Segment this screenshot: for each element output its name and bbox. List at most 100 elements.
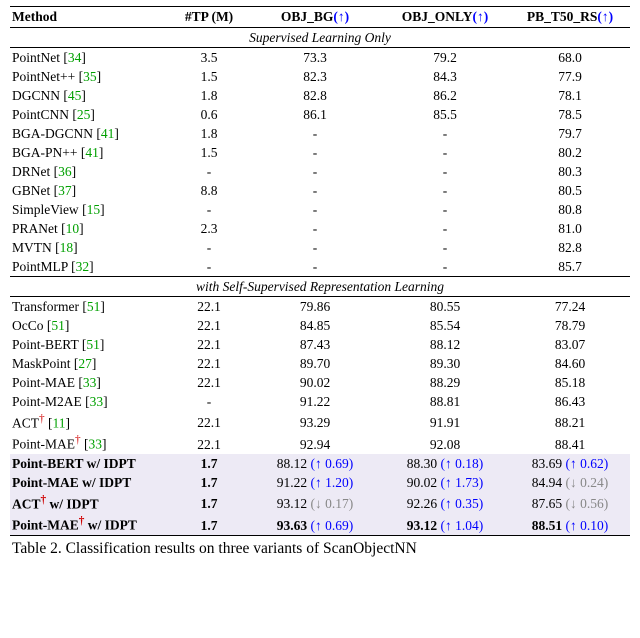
cell-objbg: 93.12 (↓ 0.17) [250,492,380,514]
cell-pbt50rs: 78.5 [510,105,630,124]
cell-objonly: 86.2 [380,86,510,105]
table-row: ACT† w/ IDPT1.793.12 (↓ 0.17)92.26 (↑ 0.… [10,492,630,514]
cell-tp: 22.1 [168,354,250,373]
cell-objbg: 93.29 [250,411,380,433]
delta: (↓ 0.24) [566,475,609,490]
cell-objonly: 92.08 [380,433,510,455]
cell-method: PointNet [34] [10,48,168,68]
cell-method: Point-MAE w/ IDPT [10,473,168,492]
citation: 51 [51,318,65,333]
col-method: Method [10,7,168,28]
cell-tp: 3.5 [168,48,250,68]
cell-method: PointNet++ [35] [10,67,168,86]
cell-objbg: - [250,257,380,277]
method-name: DGCNN [12,88,60,103]
delta: (↑ 0.62) [566,456,609,471]
cell-method: BGA-PN++ [41] [10,143,168,162]
delta: (↑ 0.69) [311,518,354,533]
cell-objbg: - [250,143,380,162]
cell-objonly: 90.02 (↑ 1.73) [380,473,510,492]
table-row: MVTN [18]---82.8 [10,238,630,257]
cell-objonly: 79.2 [380,48,510,68]
table-row: GBNet [37]8.8--80.5 [10,181,630,200]
cell-objonly: 88.12 [380,335,510,354]
method-name: Transformer [12,299,79,314]
dagger-icon: † [75,434,81,446]
cell-method: ACT† [11] [10,411,168,433]
col-objonly: OBJ_ONLY(↑) [380,7,510,28]
table-row: PointNet++ [35]1.582.384.377.9 [10,67,630,86]
cell-pbt50rs: 84.94 (↓ 0.24) [510,473,630,492]
cell-pbt50rs: 84.60 [510,354,630,373]
cell-objonly: - [380,200,510,219]
cell-pbt50rs: 88.21 [510,411,630,433]
citation: 11 [53,415,66,430]
cell-pbt50rs: 85.7 [510,257,630,277]
cell-tp: 1.5 [168,67,250,86]
cell-objbg: 91.22 (↑ 1.20) [250,473,380,492]
cell-objonly: 85.54 [380,316,510,335]
cell-objbg: 88.12 (↑ 0.69) [250,454,380,473]
cell-tp: 1.5 [168,143,250,162]
cell-pbt50rs: 86.43 [510,392,630,411]
table-row: Point-BERT w/ IDPT 1.788.12 (↑ 0.69)88.30… [10,454,630,473]
citation: 45 [68,88,82,103]
cell-pbt50rs: 88.51 (↑ 0.10) [510,514,630,536]
cell-method: Point-MAE† [33] [10,433,168,455]
cell-pbt50rs: 79.7 [510,124,630,143]
results-table: Method #TP (M) OBJ_BG(↑) OBJ_ONLY(↑) PB_… [10,6,630,536]
citation: 41 [101,126,115,141]
method-name: PointCNN [12,107,69,122]
table-row: Point-M2AE [33]-91.2288.8186.43 [10,392,630,411]
table-row: OcCo [51]22.184.8585.5478.79 [10,316,630,335]
table-row: Transformer [51]22.179.8680.5577.24 [10,297,630,317]
cell-tp: - [168,392,250,411]
cell-method: PointCNN [25] [10,105,168,124]
method-name: Point-BERT w/ IDPT [12,456,136,471]
cell-pbt50rs: 81.0 [510,219,630,238]
method-name: Point-BERT [12,337,78,352]
cell-tp: - [168,257,250,277]
cell-objbg: 90.02 [250,373,380,392]
cell-tp: - [168,200,250,219]
delta: (↑ 1.04) [441,518,484,533]
citation: 33 [89,437,103,452]
method-name: Point-MAE [12,437,75,452]
cell-objonly: - [380,181,510,200]
cell-pbt50rs: 78.1 [510,86,630,105]
method-name: MaskPoint [12,356,71,371]
cell-objonly: 85.5 [380,105,510,124]
table-row: DGCNN [45]1.882.886.278.1 [10,86,630,105]
up-arrow-icon: (↑) [473,9,489,24]
table-header-row: Method #TP (M) OBJ_BG(↑) OBJ_ONLY(↑) PB_… [10,7,630,28]
cell-method: Point-BERT w/ IDPT [10,454,168,473]
cell-method: MVTN [18] [10,238,168,257]
cell-method: OcCo [51] [10,316,168,335]
delta: (↑ 1.73) [441,475,484,490]
cell-method: PointMLP [32] [10,257,168,277]
delta: (↑ 0.35) [441,496,484,511]
section-title: Supervised Learning Only [10,28,630,48]
cell-method: MaskPoint [27] [10,354,168,373]
cell-method: GBNet [37] [10,181,168,200]
table-caption: Table 2. Classification results on three… [10,536,630,558]
cell-tp: 1.7 [168,454,250,473]
col-tp: #TP (M) [168,7,250,28]
cell-objbg: - [250,124,380,143]
table-row: BGA-DGCNN [41]1.8--79.7 [10,124,630,143]
cell-objonly: 93.12 (↑ 1.04) [380,514,510,536]
cell-objonly: - [380,124,510,143]
table-row: PointMLP [32]---85.7 [10,257,630,277]
cell-pbt50rs: 80.5 [510,181,630,200]
cell-pbt50rs: 82.8 [510,238,630,257]
cell-objbg: 82.3 [250,67,380,86]
section-row: with Self-Supervised Representation Lear… [10,277,630,297]
section-title: with Self-Supervised Representation Lear… [10,277,630,297]
cell-tp: - [168,238,250,257]
citation: 33 [83,375,97,390]
citation: 34 [68,50,82,65]
cell-objonly: 88.30 (↑ 0.18) [380,454,510,473]
cell-objonly: 88.81 [380,392,510,411]
cell-method: PRANet [10] [10,219,168,238]
cell-objbg: 82.8 [250,86,380,105]
